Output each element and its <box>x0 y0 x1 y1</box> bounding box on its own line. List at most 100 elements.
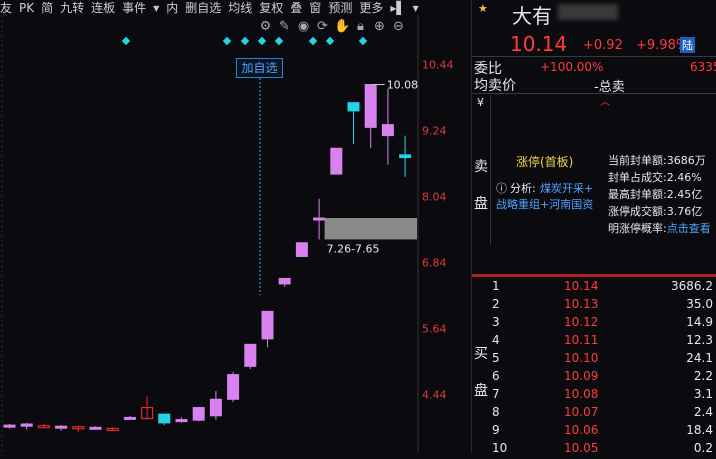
eye-icon[interactable]: ◉ <box>296 19 311 34</box>
toolbar-item-12[interactable]: 窗 <box>309 0 321 16</box>
toolbar-item-3[interactable]: 九转 <box>60 0 84 16</box>
bid-row[interactable]: 6 10.09 2.2 <box>472 369 716 387</box>
limit-stat-row: 封单占成交:2.46% <box>608 169 716 186</box>
toolbar-item-7[interactable]: 内 <box>166 0 178 16</box>
limit-stat-row: 涨停成交额:3.76亿 <box>608 203 716 220</box>
limit-stat-value: 3.76亿 <box>666 205 703 218</box>
toolbar-item-0[interactable]: 友 <box>0 0 12 16</box>
limit-stat-label: 涨停成交额: <box>608 205 667 218</box>
bid-volume: 12.3 <box>686 333 713 347</box>
toolbar-item-4[interactable]: 连板 <box>91 0 115 16</box>
signal-marker[interactable] <box>240 36 250 46</box>
bid-volume: 2.4 <box>693 405 713 419</box>
bid-level: 6 <box>492 369 500 383</box>
bid-price: 10.08 <box>564 387 599 401</box>
zoom-in-icon[interactable]: ⊕ <box>372 19 387 34</box>
analysis-text-2[interactable]: 战略重组+河南国资 <box>496 196 593 212</box>
bid-row[interactable]: 4 10.11 12.3 <box>472 333 716 351</box>
signal-marker[interactable] <box>308 36 318 46</box>
analysis-text-1[interactable]: 煤炭开采+ <box>540 180 593 196</box>
gap-box <box>324 218 417 240</box>
signal-marker[interactable] <box>358 36 368 46</box>
lock-icon[interactable]: 🔒︎ <box>353 19 368 34</box>
refresh-icon[interactable]: ⟳ <box>315 19 330 34</box>
zoom-out-icon[interactable]: ⊖ <box>391 19 406 34</box>
kline-svg[interactable]: 10.44 9.24 8.04 6.84 5.64 4.44 10.08 7.26-7.65 <box>0 15 470 453</box>
candle-body[interactable] <box>192 407 205 421</box>
y-tick-label: 9.24 <box>422 125 447 138</box>
signal-marker[interactable] <box>274 36 284 46</box>
toolbar-item-15[interactable]: ▸▌ <box>390 1 405 15</box>
candle-body[interactable] <box>175 419 188 423</box>
toolbar-item-6[interactable]: ▾ <box>153 1 159 15</box>
limit-stat-row[interactable]: 明涨停概率:点击查看 <box>608 220 716 237</box>
signal-marker[interactable] <box>257 36 267 46</box>
divider <box>490 95 491 245</box>
bid-row[interactable]: 5 10.10 24.1 <box>472 351 716 369</box>
candle-body[interactable] <box>399 154 412 159</box>
bid-row[interactable]: 2 10.13 35.0 <box>472 297 716 315</box>
toolbar-item-16[interactable]: ▾ <box>413 1 419 15</box>
bid-volume: 2.2 <box>693 369 713 383</box>
brush-icon[interactable]: ✎ <box>277 19 292 34</box>
signal-marker[interactable] <box>121 36 131 46</box>
bid-level: 9 <box>492 423 500 437</box>
candle-body[interactable] <box>20 423 33 427</box>
candle-body[interactable] <box>89 426 102 430</box>
toolbar-item-13[interactable]: 预测 <box>328 0 352 16</box>
toolbar-item-5[interactable]: 事件 <box>122 0 146 16</box>
expand-up-icon[interactable]: ︿ <box>600 93 610 108</box>
settings-icon[interactable]: ⚙ <box>258 19 273 34</box>
high-price-label: 10.08 <box>387 79 419 92</box>
toolbar-item-14[interactable]: 更多 <box>359 0 383 16</box>
limit-stat-value[interactable]: 点击查看 <box>667 222 711 235</box>
stock-name: 大有 <box>512 4 552 28</box>
hand-icon[interactable]: ✋ <box>334 19 350 34</box>
candle-body[interactable] <box>313 217 326 221</box>
signal-marker[interactable] <box>325 36 335 46</box>
candle-body[interactable] <box>3 424 16 428</box>
limit-stat-value: 2.45亿 <box>666 188 703 201</box>
kline-chart[interactable]: 10.44 9.24 8.04 6.84 5.64 4.44 10.08 7.26-7.65 <box>0 15 470 453</box>
candle-body[interactable] <box>261 310 274 340</box>
candle-body[interactable] <box>278 277 291 285</box>
candle-body[interactable] <box>381 124 394 137</box>
candle-body[interactable] <box>227 374 240 400</box>
add-watchlist-button[interactable]: 加自选 <box>236 58 283 78</box>
candle-body[interactable] <box>364 84 377 128</box>
candle-body[interactable] <box>330 147 343 175</box>
toolbar-item-11[interactable]: 叠 <box>290 0 302 16</box>
toolbar-item-1[interactable]: PK <box>19 1 34 15</box>
bid-row[interactable]: 9 10.06 18.4 <box>472 423 716 441</box>
bid-level: 3 <box>492 315 500 329</box>
candle-body[interactable] <box>244 343 257 367</box>
signal-marker[interactable] <box>222 36 232 46</box>
bid-row[interactable]: 1 10.14 3686.2 <box>472 279 716 297</box>
candle-body[interactable] <box>209 398 222 417</box>
bid-row[interactable]: 3 10.12 14.9 <box>472 315 716 333</box>
candle-body[interactable] <box>55 425 68 429</box>
bid-row[interactable]: 8 10.07 2.4 <box>472 405 716 423</box>
bid-row[interactable]: 7 10.08 3.1 <box>472 387 716 405</box>
toolbar-item-8[interactable]: 删自选 <box>185 0 221 16</box>
bid-price: 10.14 <box>564 279 599 293</box>
candle-body[interactable] <box>158 413 171 424</box>
bid-row[interactable]: 10 10.05 0.2 <box>472 441 716 459</box>
bid-level: 8 <box>492 405 500 419</box>
bid-level: 5 <box>492 351 500 365</box>
sell-side-label-1: 卖 <box>474 159 488 175</box>
bid-volume: 18.4 <box>686 423 713 437</box>
limit-stat-row: 最高封单额:2.45亿 <box>608 186 716 203</box>
toolbar-item-2[interactable]: 简 <box>41 0 53 16</box>
candle-body[interactable] <box>123 416 136 420</box>
price-change: +0.92 <box>583 38 623 53</box>
bid-price: 10.10 <box>564 351 599 365</box>
limit-stat-value: 3686万 <box>666 154 706 167</box>
limit-stat-row: 当前封单额:3686万 <box>608 152 716 169</box>
toolbar-item-9[interactable]: 均线 <box>228 0 252 16</box>
candle-body[interactable] <box>295 242 308 257</box>
candle-body[interactable] <box>347 102 360 112</box>
sell-side-label-2: 盘 <box>474 196 488 212</box>
toolbar-item-10[interactable]: 复权 <box>259 0 283 16</box>
chart-icon-bar: ⚙ ✎ ◉ ⟳ ✋ 🔒︎ ⊕ ⊖ <box>258 19 406 34</box>
